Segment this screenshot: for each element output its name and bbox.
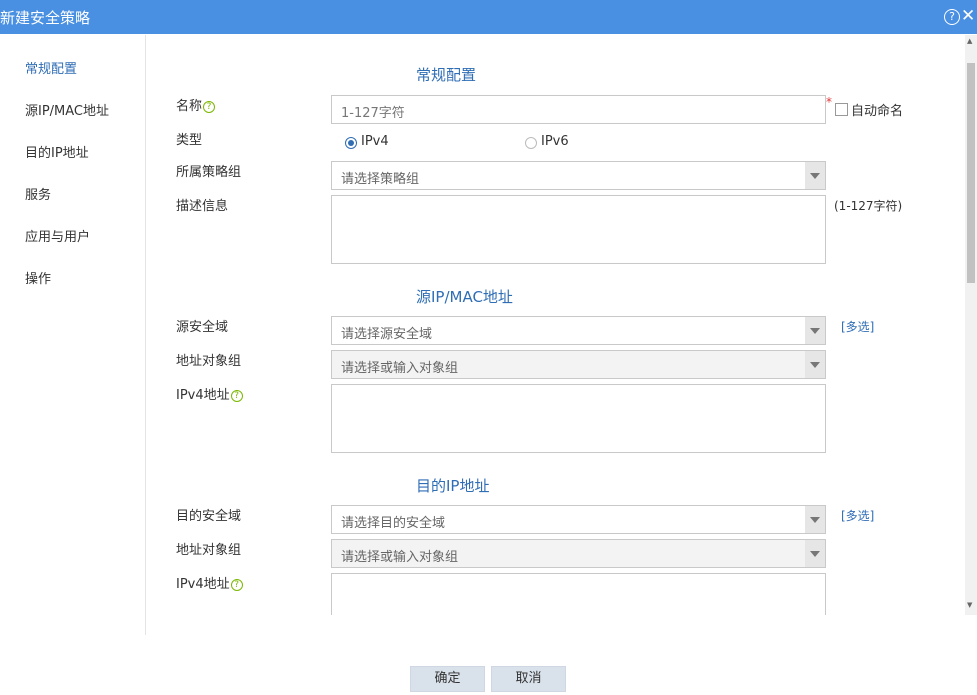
close-icon[interactable]: ✕ [961,6,975,26]
policy-group-select[interactable]: 请选择策略组 [331,161,826,190]
source-zone-placeholder: 请选择源安全域 [341,327,433,342]
description-hint: (1-127字符) [834,199,903,213]
sidebar-item-general[interactable]: 常规配置 [25,58,77,77]
ipv4-radio-label: IPv4 [361,134,389,149]
chevron-down-icon[interactable] [805,351,825,378]
help-icon[interactable]: ? [230,390,243,402]
scrollbar-thumb[interactable] [967,63,975,283]
type-label: 类型 [176,133,203,148]
dest-zone-select[interactable]: 请选择目的安全域 [331,505,826,534]
dest-objgroup-placeholder: 请选择或输入对象组 [341,550,459,565]
dialog-titlebar: 新建安全策略 ? ✕ [0,0,977,34]
dialog-title: 新建安全策略 [0,9,91,27]
source-objgroup-select[interactable]: 请选择或输入对象组 [331,350,826,379]
dest-zone-placeholder: 请选择目的安全域 [341,516,446,531]
ipv6-radio[interactable] [525,137,537,149]
dest-multi-select-link[interactable]: [多选] [841,507,874,524]
dest-ipv4-label-text: IPv4地址 [176,577,230,592]
content-scrollbar[interactable]: ▲ ▼ [965,35,977,615]
help-icon[interactable]: ? [944,9,960,25]
sidebar-item-destination[interactable]: 目的IP地址 [25,142,89,161]
section-title-general: 常规配置 [416,66,477,84]
sidebar: 常规配置 源IP/MAC地址 目的IP地址 服务 应用与用户 操作 [0,35,146,635]
auto-name-checkbox[interactable] [835,103,848,116]
chevron-down-icon[interactable] [805,506,825,533]
dest-zone-label: 目的安全域 [176,509,242,524]
source-multi-select-link[interactable]: [多选] [841,318,874,335]
source-zone-label: 源安全域 [176,320,229,335]
scroll-down-icon[interactable]: ▼ [967,601,972,609]
form-content: 常规配置 名称? 1-127字符 * 自动命名 类型 IPv4 IPv6 所属策… [147,35,965,615]
chevron-down-icon[interactable] [805,540,825,567]
dest-objgroup-label: 地址对象组 [176,543,242,558]
help-icon[interactable]: ? [230,579,243,591]
description-label: 描述信息 [176,199,229,214]
source-ipv4-label: IPv4地址? [176,384,243,403]
dest-objgroup-select[interactable]: 请选择或输入对象组 [331,539,826,568]
help-icon[interactable]: ? [203,101,216,113]
source-ipv4-label-text: IPv4地址 [176,388,230,403]
ipv4-radio[interactable] [345,137,357,149]
sidebar-item-action[interactable]: 操作 [25,268,51,287]
chevron-down-icon[interactable] [805,317,825,344]
dest-ipv4-label: IPv4地址? [176,573,243,592]
policy-group-label: 所属策略组 [176,165,242,180]
source-zone-select[interactable]: 请选择源安全域 [331,316,826,345]
description-textarea[interactable] [331,195,826,264]
source-objgroup-placeholder: 请选择或输入对象组 [341,361,459,376]
sidebar-item-app-user[interactable]: 应用与用户 [25,226,90,245]
ok-button[interactable]: 确定 [410,666,485,692]
sidebar-item-source[interactable]: 源IP/MAC地址 [25,100,109,119]
section-title-source: 源IP/MAC地址 [416,288,513,306]
section-title-destination: 目的IP地址 [416,477,490,495]
source-objgroup-label: 地址对象组 [176,354,242,369]
name-label: 名称? [176,95,216,114]
cancel-button[interactable]: 取消 [491,666,566,692]
scroll-up-icon[interactable]: ▲ [967,37,972,45]
required-mark: * [826,95,832,109]
sidebar-item-service[interactable]: 服务 [25,184,51,203]
ipv6-radio-label: IPv6 [541,134,569,149]
auto-name-label: 自动命名 [851,104,904,119]
policy-group-placeholder: 请选择策略组 [341,172,420,187]
name-label-text: 名称 [176,99,203,114]
chevron-down-icon[interactable] [805,162,825,189]
source-ipv4-textarea[interactable] [331,384,826,453]
name-input[interactable]: 1-127字符 [331,95,826,124]
dest-ipv4-textarea[interactable] [331,573,826,615]
